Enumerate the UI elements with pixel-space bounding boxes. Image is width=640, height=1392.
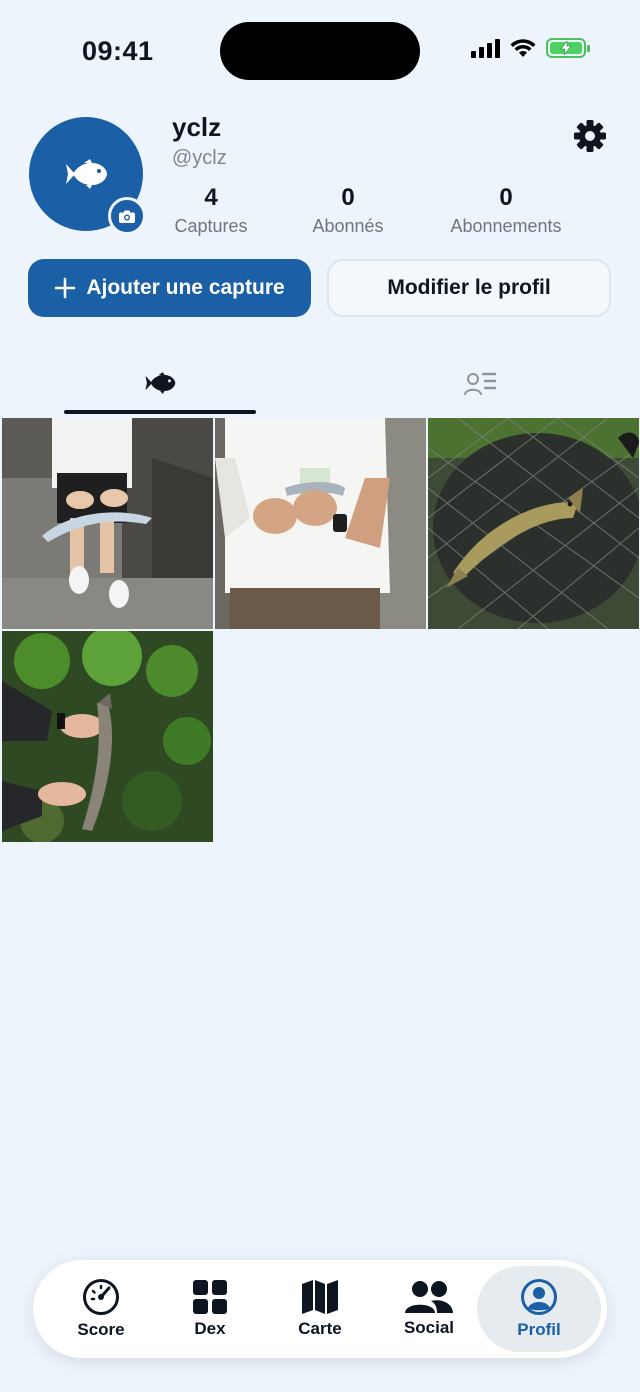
nav-profile-label: Profil <box>517 1320 561 1339</box>
stat-followers-value: 0 <box>341 184 355 211</box>
change-avatar-button[interactable] <box>108 197 146 235</box>
capture-tile[interactable] <box>2 418 213 629</box>
capture-photo <box>428 418 639 629</box>
username: yclz <box>172 112 222 142</box>
nav-map[interactable]: Carte <box>265 1266 375 1352</box>
capture-tile[interactable] <box>215 418 426 629</box>
add-capture-label: Ajouter une capture <box>86 276 285 299</box>
tab-captures[interactable] <box>64 352 256 414</box>
map-icon <box>302 1280 338 1314</box>
status-time: 09:41 <box>82 36 154 66</box>
nav-score-label: Score <box>77 1320 125 1339</box>
capture-photo <box>2 418 213 629</box>
gear-icon <box>574 120 606 152</box>
camera-icon <box>119 210 135 223</box>
fish-icon <box>145 372 176 394</box>
nav-profile[interactable]: Profil <box>477 1266 601 1352</box>
status-icons <box>471 38 590 58</box>
bottom-nav: Score Dex Carte Social Profil <box>33 1260 607 1358</box>
nav-dex-label: Dex <box>194 1319 226 1338</box>
stat-captures-label: Captures <box>174 216 248 236</box>
nav-social-label: Social <box>403 1318 455 1337</box>
gauge-icon <box>83 1279 119 1315</box>
profile-icon <box>521 1279 557 1315</box>
fish-icon <box>66 159 107 189</box>
user-handle: @yclz <box>172 147 227 169</box>
dynamic-island <box>220 22 420 80</box>
stat-following-label: Abonnements <box>450 216 562 236</box>
capture-photo <box>215 418 426 629</box>
stat-followers-label: Abonnés <box>312 216 384 236</box>
tab-profile-info[interactable] <box>384 352 576 414</box>
people-icon <box>405 1281 453 1313</box>
wifi-icon <box>510 39 536 57</box>
capture-tile[interactable] <box>428 418 639 629</box>
add-capture-button[interactable]: Ajouter une capture <box>28 259 311 317</box>
nav-dex[interactable]: Dex <box>155 1266 265 1352</box>
stat-following-value: 0 <box>499 184 513 211</box>
stat-captures-value: 4 <box>204 184 218 211</box>
tab-indicator <box>64 410 256 414</box>
plus-icon <box>55 277 76 299</box>
grid-icon <box>193 1280 227 1314</box>
profile-list-icon <box>464 372 496 396</box>
capture-photo <box>2 631 213 842</box>
stat-following[interactable]: 0 Abonnements <box>442 184 570 237</box>
status-bar: 09:41 <box>0 0 640 100</box>
cellular-signal-icon <box>471 38 500 58</box>
battery-charging-icon <box>546 38 590 58</box>
stat-followers[interactable]: 0 Abonnés <box>303 184 393 237</box>
settings-button[interactable] <box>573 119 607 153</box>
edit-profile-button[interactable]: Modifier le profil <box>327 259 611 317</box>
stat-captures[interactable]: 4 Captures <box>166 184 256 237</box>
nav-map-label: Carte <box>298 1319 342 1338</box>
nav-social[interactable]: Social <box>374 1266 484 1352</box>
nav-score[interactable]: Score <box>46 1266 156 1352</box>
capture-tile[interactable] <box>2 631 213 842</box>
